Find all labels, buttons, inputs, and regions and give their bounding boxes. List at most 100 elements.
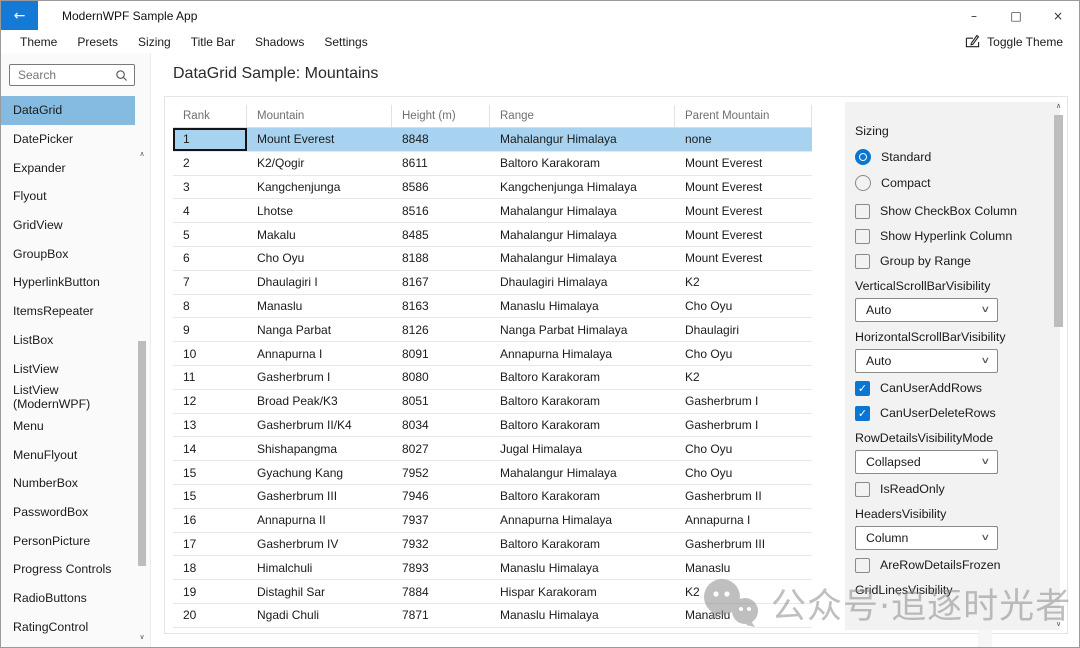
table-cell[interactable]: Annapurna I: [675, 509, 812, 532]
sidebar-item-datagrid[interactable]: DataGrid: [1, 96, 135, 125]
sidebar-item-groupbox[interactable]: GroupBox: [1, 239, 135, 268]
table-cell[interactable]: 7952: [392, 461, 490, 484]
table-cell[interactable]: K2/Qogir: [247, 152, 392, 175]
table-cell[interactable]: Annapurna II: [247, 509, 392, 532]
sidebar-item-radiobuttons[interactable]: RadioButtons: [1, 584, 135, 613]
table-row[interactable]: 15Gyachung Kang7952Mahalangur HimalayaCh…: [173, 461, 812, 485]
checkbox-canuserdeleterows[interactable]: ✓CanUserDeleteRows: [855, 403, 1052, 423]
table-cell[interactable]: Gasherbrum I: [675, 390, 812, 413]
menu-presets[interactable]: Presets: [67, 30, 128, 53]
column-header[interactable]: Height (m): [392, 105, 490, 127]
table-cell[interactable]: Mount Everest: [675, 247, 812, 270]
table-row[interactable]: 2K2/Qogir8611Baltoro KarakoramMount Ever…: [173, 152, 812, 176]
menu-shadows[interactable]: Shadows: [245, 30, 314, 53]
sidebar-item-expander[interactable]: Expander: [1, 153, 135, 182]
radio-standard[interactable]: Standard: [855, 144, 1052, 170]
table-cell[interactable]: 18: [173, 556, 247, 579]
sidebar-item-listview-modernwpf[interactable]: ListView (ModernWPF): [1, 383, 135, 412]
table-cell[interactable]: Kangchenjunga: [247, 176, 392, 199]
table-cell[interactable]: Manaslu Himalaya: [490, 556, 675, 579]
table-row[interactable]: 20Ngadi Chuli7871Manaslu HimalayaManaslu: [173, 604, 812, 628]
table-cell[interactable]: 11: [173, 366, 247, 389]
table-cell[interactable]: 8167: [392, 271, 490, 294]
table-row[interactable]: 8Manaslu8163Manaslu HimalayaCho Oyu: [173, 295, 812, 319]
table-row[interactable]: 3Kangchenjunga8586Kangchenjunga Himalaya…: [173, 176, 812, 200]
table-cell[interactable]: K2: [675, 271, 812, 294]
menu-settings[interactable]: Settings: [314, 30, 377, 53]
checkbox-box-icon[interactable]: [855, 204, 870, 219]
table-cell[interactable]: Manaslu: [675, 604, 812, 627]
checkbox-box-icon[interactable]: ✓: [855, 381, 870, 396]
table-cell[interactable]: K2: [675, 366, 812, 389]
checkbox-box-icon[interactable]: [855, 254, 870, 269]
table-cell[interactable]: Dhaulagiri I: [247, 271, 392, 294]
table-cell[interactable]: Cho Oyu: [675, 295, 812, 318]
table-cell[interactable]: Mount Everest: [675, 176, 812, 199]
maximize-button[interactable]: □: [995, 1, 1037, 30]
table-cell[interactable]: Hispar Karakoram: [490, 580, 675, 603]
sidebar-item-ratingcontrol[interactable]: RatingControl: [1, 612, 135, 641]
table-cell[interactable]: 20: [173, 604, 247, 627]
checkbox-arerowdetailsfrozen[interactable]: AreRowDetailsFrozen: [855, 555, 1052, 575]
table-cell[interactable]: 6: [173, 247, 247, 270]
table-cell[interactable]: Shishapangma: [247, 437, 392, 460]
table-cell[interactable]: 4: [173, 199, 247, 222]
table-cell[interactable]: 2: [173, 152, 247, 175]
table-cell[interactable]: Nanga Parbat Himalaya: [490, 318, 675, 341]
table-cell[interactable]: Gasherbrum IV: [247, 533, 392, 556]
chevron-down-icon[interactable]: ∨: [1053, 620, 1064, 628]
table-cell[interactable]: 8848: [392, 128, 490, 151]
table-cell[interactable]: Mount Everest: [675, 199, 812, 222]
table-cell[interactable]: Kangchenjunga Himalaya: [490, 176, 675, 199]
table-cell[interactable]: Baltoro Karakoram: [490, 414, 675, 437]
table-cell[interactable]: 8586: [392, 176, 490, 199]
table-row[interactable]: 10Annapurna I8091Annapurna HimalayaCho O…: [173, 342, 812, 366]
table-cell[interactable]: 1: [173, 128, 247, 151]
table-cell[interactable]: Gasherbrum III: [247, 485, 392, 508]
table-cell[interactable]: 8188: [392, 247, 490, 270]
combobox-auto[interactable]: Auto∨: [855, 349, 998, 373]
table-cell[interactable]: Mahalangur Himalaya: [490, 199, 675, 222]
table-cell[interactable]: 8027: [392, 437, 490, 460]
table-cell[interactable]: Gasherbrum II/K4: [247, 414, 392, 437]
table-cell[interactable]: 9: [173, 318, 247, 341]
checkbox-show-checkbox-column[interactable]: Show CheckBox Column: [855, 201, 1052, 221]
sidebar-item-listbox[interactable]: ListBox: [1, 326, 135, 355]
table-cell[interactable]: 8034: [392, 414, 490, 437]
table-row[interactable]: 16Annapurna II7937Annapurna HimalayaAnna…: [173, 509, 812, 533]
table-cell[interactable]: 8485: [392, 223, 490, 246]
table-row[interactable]: 12Broad Peak/K38051Baltoro KarakoramGash…: [173, 390, 812, 414]
table-cell[interactable]: 7: [173, 271, 247, 294]
table-cell[interactable]: Himalchuli: [247, 556, 392, 579]
column-header[interactable]: Mountain: [247, 105, 392, 127]
table-cell[interactable]: 7884: [392, 580, 490, 603]
sidebar-item-itemsrepeater[interactable]: ItemsRepeater: [1, 297, 135, 326]
table-cell[interactable]: Dhaulagiri Himalaya: [490, 271, 675, 294]
checkbox-box-icon[interactable]: [855, 482, 870, 497]
checkbox-box-icon[interactable]: [855, 558, 870, 573]
table-cell[interactable]: 8611: [392, 152, 490, 175]
table-cell[interactable]: 7932: [392, 533, 490, 556]
table-cell[interactable]: Mahalangur Himalaya: [490, 128, 675, 151]
table-cell[interactable]: 12: [173, 390, 247, 413]
toggle-theme-button[interactable]: Toggle Theme: [965, 34, 1063, 49]
menu-theme[interactable]: Theme: [10, 30, 67, 53]
sidebar-item-numberbox[interactable]: NumberBox: [1, 469, 135, 498]
close-button[interactable]: ×: [1037, 1, 1079, 30]
sidebar-item-flyout[interactable]: Flyout: [1, 182, 135, 211]
combobox-column[interactable]: Column∨: [855, 526, 998, 550]
table-cell[interactable]: 7871: [392, 604, 490, 627]
table-cell[interactable]: 17: [173, 533, 247, 556]
checkbox-box-icon[interactable]: ✓: [855, 406, 870, 421]
table-cell[interactable]: Broad Peak/K3: [247, 390, 392, 413]
sidebar-item-personpicture[interactable]: PersonPicture: [1, 526, 135, 555]
table-row[interactable]: 4Lhotse8516Mahalangur HimalayaMount Ever…: [173, 199, 812, 223]
table-cell[interactable]: Manaslu: [247, 295, 392, 318]
table-row[interactable]: 5Makalu8485Mahalangur HimalayaMount Ever…: [173, 223, 812, 247]
table-cell[interactable]: Cho Oyu: [675, 461, 812, 484]
table-row[interactable]: 6Cho Oyu8188Mahalangur HimalayaMount Eve…: [173, 247, 812, 271]
column-header[interactable]: Parent Mountain: [675, 105, 812, 127]
table-cell[interactable]: Baltoro Karakoram: [490, 366, 675, 389]
table-cell[interactable]: Gyachung Kang: [247, 461, 392, 484]
table-cell[interactable]: 7893: [392, 556, 490, 579]
